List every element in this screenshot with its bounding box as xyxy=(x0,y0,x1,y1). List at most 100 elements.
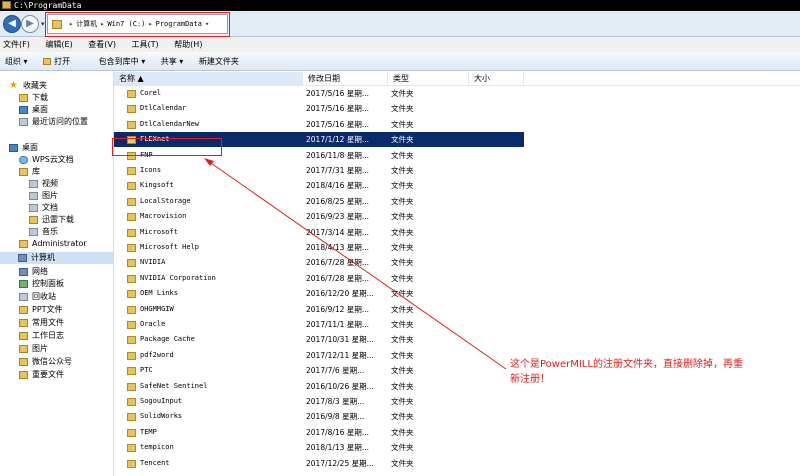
nav-wps[interactable]: WPS云文档 xyxy=(19,154,74,166)
table-row[interactable]: Package Cache 2017/10/31 星期... 文件夹 xyxy=(114,332,800,347)
file-type: 文件夹 xyxy=(391,273,414,283)
table-row[interactable]: Microsoft 2017/3/14 星期... 文件夹 xyxy=(114,225,800,240)
nav-label: 视频 xyxy=(42,179,58,188)
nav-label: 微信公众号 xyxy=(32,357,72,366)
column-size[interactable]: 大小 xyxy=(469,72,524,86)
table-row[interactable]: Corel 2017/5/16 星期... 文件夹 xyxy=(114,86,800,101)
nav-computer[interactable]: 计算机 xyxy=(0,252,113,264)
table-row[interactable]: Microsoft Help 2018/4/13 星期... 文件夹 xyxy=(114,240,800,255)
history-dropdown-icon[interactable]: ▾ xyxy=(41,20,45,28)
menu-help[interactable]: 帮助(H) xyxy=(174,40,202,49)
nav-recent[interactable]: 最近访问的位置 xyxy=(19,116,88,128)
file-type: 文件夹 xyxy=(391,181,414,191)
back-button[interactable]: ◀ xyxy=(3,15,21,33)
file-type: 文件夹 xyxy=(391,320,414,329)
file-date: 2018/4/16 星期... xyxy=(306,181,369,191)
nav-xunlei[interactable]: 迅雷下载 xyxy=(29,214,74,226)
folder-icon xyxy=(127,274,136,283)
column-type[interactable]: 类型 xyxy=(388,72,469,86)
menu-edit[interactable]: 编辑(E) xyxy=(45,40,72,49)
file-type: 文件夹 xyxy=(391,350,414,360)
nav-favorites[interactable]: ★ 收藏夹 xyxy=(9,80,47,92)
open-button[interactable]: 打开 xyxy=(43,57,83,66)
table-row[interactable]: NVIDIA 2016/7/28 星期... 文件夹 xyxy=(114,255,800,270)
share-button[interactable]: 共享 ▾ xyxy=(161,57,184,66)
file-name: SogouInput xyxy=(140,397,183,405)
navigation-pane[interactable]: ★ 收藏夹 下载 桌面 最近访问的位置 桌面 WPS云文档 库 视频 图片 文档 … xyxy=(0,72,114,476)
table-row[interactable]: DtlCalendar 2017/5/16 星期... 文件夹 xyxy=(114,101,800,116)
nav-label: 重要文件 xyxy=(32,370,64,379)
file-type: 文件夹 xyxy=(391,135,414,145)
file-type: 文件夹 xyxy=(391,243,414,252)
file-name: TEMP xyxy=(140,427,157,436)
nav-video[interactable]: 视频 xyxy=(29,178,58,190)
nav-common[interactable]: 常用文件 xyxy=(19,317,64,329)
include-in-library-button[interactable]: 包含到库中 ▾ xyxy=(99,57,146,66)
nav-desktop-root[interactable]: 桌面 xyxy=(9,142,38,154)
flexnet-highlight-box xyxy=(112,138,222,156)
folder-icon xyxy=(127,167,136,175)
table-row[interactable]: TEMP 2017/8/16 星期... 文件夹 xyxy=(114,425,800,440)
table-row[interactable]: Tencent 2017/12/25 星期... 文件夹 xyxy=(114,456,800,471)
folder-icon xyxy=(19,319,28,327)
file-list-pane[interactable]: 名称 ▲ 修改日期 类型 大小 Corel 2017/5/16 星期... 文件夹 D… xyxy=(114,72,800,476)
menu-tools[interactable]: 工具(T) xyxy=(132,40,159,49)
file-name: Package Cache xyxy=(140,335,195,344)
table-row[interactable]: SogouInput 2017/8/3 星期... 文件夹 xyxy=(114,394,800,409)
table-row[interactable]: Oracle 2017/11/1 星期... 文件夹 xyxy=(114,317,800,332)
table-row[interactable]: Macrovision 2016/9/23 星期... 文件夹 xyxy=(114,209,800,224)
nav-pics[interactable]: 图片 xyxy=(19,343,48,355)
file-date: 2016/10/26 星期... xyxy=(306,381,374,391)
table-row[interactable]: Kingsoft 2018/4/16 星期... 文件夹 xyxy=(114,178,800,193)
file-date: 2016/11/8 星期... xyxy=(306,150,369,160)
file-type: 文件夹 xyxy=(391,196,414,206)
folder-icon xyxy=(127,182,136,191)
table-row[interactable]: OEM Links 2016/12/20 星期... 文件夹 xyxy=(114,286,800,301)
table-row[interactable]: tempicon 2018/1/13 星期... 文件夹 xyxy=(114,440,800,455)
nav-music[interactable]: 音乐 xyxy=(29,226,58,238)
table-row[interactable]: LocalStorage 2016/8/25 星期... 文件夹 xyxy=(114,194,800,209)
nav-recycle-bin[interactable]: 回收站 xyxy=(19,291,56,303)
file-name: PTC xyxy=(140,366,153,375)
file-name: Macrovision xyxy=(140,212,187,221)
nav-administrator[interactable]: Administrator xyxy=(19,238,87,250)
file-date: 2017/5/16 星期... xyxy=(306,104,369,114)
table-row[interactable]: DtlCalendarNew 2017/5/16 星期... 文件夹 xyxy=(114,117,800,132)
folder-icon xyxy=(19,371,28,379)
nav-pictures[interactable]: 图片 xyxy=(29,190,58,202)
file-name: Oracle xyxy=(140,320,166,328)
nav-library[interactable]: 库 xyxy=(19,166,40,178)
menu-file[interactable]: 文件(F) xyxy=(3,40,30,49)
nav-ppt[interactable]: PPT文件 xyxy=(19,304,63,316)
column-date[interactable]: 修改日期 xyxy=(303,72,388,86)
menu-view[interactable]: 查看(V) xyxy=(88,40,116,49)
column-name[interactable]: 名称 ▲ xyxy=(114,72,303,86)
file-type: 文件夹 xyxy=(391,381,414,391)
nav-important[interactable]: 重要文件 xyxy=(19,369,64,381)
nav-control-panel[interactable]: 控制面板 xyxy=(19,278,64,290)
nav-label: 音乐 xyxy=(42,227,58,236)
table-row[interactable]: Icons 2017/7/31 星期... 文件夹 xyxy=(114,163,800,178)
file-date: 2017/11/1 星期... xyxy=(306,320,369,329)
nav-downloads[interactable]: 下载 xyxy=(19,92,48,104)
nav-network[interactable]: 网络 xyxy=(19,266,48,278)
new-folder-button[interactable]: 新建文件夹 xyxy=(199,57,239,66)
table-row[interactable]: NVIDIA Corporation 2016/7/28 星期... 文件夹 xyxy=(114,271,800,286)
nav-worklog[interactable]: 工作日志 xyxy=(19,330,64,342)
nav-docs[interactable]: 文档 xyxy=(29,202,58,214)
file-date: 2016/9/23 星期... xyxy=(306,212,369,222)
organize-button[interactable]: 组织 ▾ xyxy=(5,57,28,66)
folder-icon xyxy=(127,305,136,314)
folder-icon xyxy=(19,332,28,340)
file-type: 文件夹 xyxy=(391,227,414,237)
column-label: 名称 xyxy=(119,74,135,83)
file-type: 文件夹 xyxy=(391,304,414,314)
forward-button[interactable]: ▶ xyxy=(21,15,39,33)
nav-desktop[interactable]: 桌面 xyxy=(19,104,48,116)
table-row[interactable]: SolidWorks 2016/9/8 星期... 文件夹 xyxy=(114,409,800,424)
table-row[interactable]: OHGMMGIW 2016/9/12 星期... 文件夹 xyxy=(114,302,800,317)
file-date: 2017/12/11 星期... xyxy=(306,350,374,360)
folder-icon xyxy=(127,428,136,437)
folder-icon xyxy=(127,321,136,329)
nav-wechat[interactable]: 微信公众号 xyxy=(19,356,72,368)
